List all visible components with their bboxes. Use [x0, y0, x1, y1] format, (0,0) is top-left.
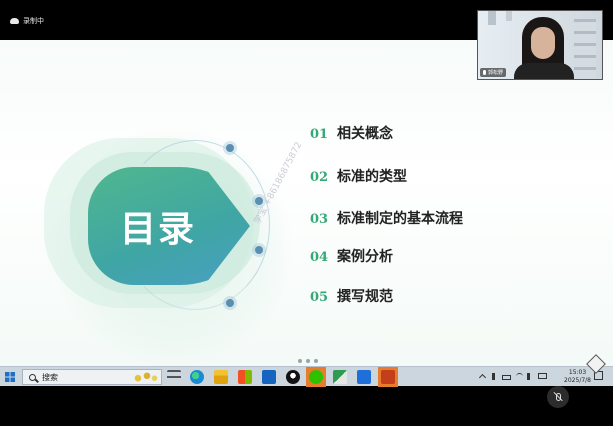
webcam-preview[interactable]: 郭松野: [477, 10, 603, 80]
agenda-item: 05 撰写规范: [310, 286, 393, 306]
taskbar: 搜索 15:03 2025/7/8: [0, 366, 613, 387]
webcam-name: 郭松野: [488, 70, 504, 76]
meeting-icon[interactable]: [357, 370, 371, 384]
background-lamp: [488, 11, 496, 25]
decorative-dot: [226, 144, 234, 152]
pager-dot[interactable]: [314, 359, 318, 363]
mail-icon[interactable]: [262, 370, 276, 384]
agenda-label: 相关概念: [337, 126, 393, 142]
search-highlight-icon: [129, 371, 159, 383]
wifi-icon[interactable]: [516, 373, 523, 380]
agenda-label: 案例分析: [337, 249, 393, 265]
qq-icon[interactable]: [286, 370, 300, 384]
search-label: 搜索: [42, 372, 58, 382]
keyboard-icon[interactable]: [538, 373, 547, 379]
taskbar-search[interactable]: 搜索: [22, 369, 162, 385]
agenda-number: 02: [310, 170, 329, 185]
cloud-icon: [10, 18, 19, 24]
presenter-face: [531, 27, 555, 59]
background-shelf: [574, 19, 596, 79]
agenda-label: 标准的类型: [337, 169, 407, 185]
agenda-number: 01: [310, 127, 329, 142]
agenda-item: 04 案例分析: [310, 246, 393, 266]
wechat-icon[interactable]: [309, 370, 323, 384]
recording-indicator: 录制中: [10, 16, 44, 26]
agenda-number: 04: [310, 250, 329, 265]
slide-title: 目录: [119, 209, 196, 250]
photos-icon[interactable]: [333, 370, 347, 384]
clock-time: 15:03: [568, 369, 587, 376]
edge-icon[interactable]: [190, 370, 204, 384]
agenda-number: 03: [310, 212, 329, 227]
screen: 录制中 目录 学宝 +86186875872 01 相关概念 02 标准的类型 …: [0, 0, 613, 426]
microphone-icon: [483, 70, 486, 75]
powerpoint-icon[interactable]: [381, 370, 395, 384]
presenter-body: [514, 63, 574, 79]
pager-dot[interactable]: [306, 359, 310, 363]
agenda-label: 标准制定的基本流程: [337, 211, 463, 227]
battery-icon[interactable]: [502, 375, 511, 380]
search-icon: [29, 373, 36, 381]
store-icon[interactable]: [238, 370, 252, 384]
agenda-item: 01 相关概念: [310, 123, 393, 143]
volume-icon[interactable]: [527, 373, 534, 380]
usb-icon[interactable]: [492, 373, 495, 380]
agenda-label: 撰写规范: [337, 289, 393, 305]
background-lamp: [506, 11, 512, 21]
start-icon[interactable]: [5, 372, 15, 382]
recording-label: 录制中: [23, 17, 44, 25]
clock-date: 2025/7/8: [564, 377, 591, 384]
taskbar-clock[interactable]: 15:03 2025/7/8: [564, 369, 591, 385]
agenda-item: 03 标准制定的基本流程: [310, 208, 463, 228]
slide-pager[interactable]: [298, 359, 318, 363]
file-explorer-icon[interactable]: [214, 370, 228, 384]
webcam-name-tag: 郭松野: [480, 68, 507, 77]
agenda-number: 05: [310, 290, 329, 305]
presentation-slide: 目录 学宝 +86186875872 01 相关概念 02 标准的类型 03 标…: [0, 40, 613, 366]
decorative-dot: [255, 246, 263, 254]
task-view-icon[interactable]: [167, 370, 181, 384]
mute-button[interactable]: [547, 386, 569, 408]
pager-dot[interactable]: [298, 359, 302, 363]
chevron-up-icon[interactable]: [478, 373, 487, 382]
decorative-dot: [226, 299, 234, 307]
agenda-item: 02 标准的类型: [310, 166, 407, 186]
